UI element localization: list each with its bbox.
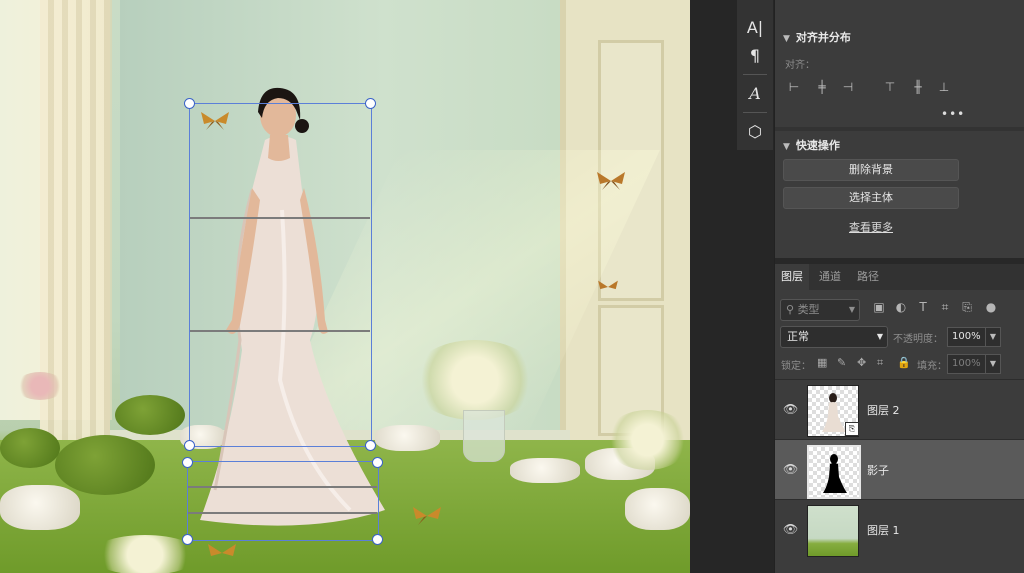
- align-sublabel: 对齐：: [785, 60, 815, 71]
- chevron-down-icon: ▼: [783, 142, 790, 152]
- smart-object-badge-icon: ⎘: [845, 422, 859, 436]
- tab-paths[interactable]: 路径: [851, 264, 885, 290]
- guide-line: [190, 217, 370, 219]
- layers-tab-bar: 图层 通道 路径: [775, 264, 1024, 290]
- chevron-down-icon: ▼: [783, 34, 790, 44]
- chevron-down-icon: ▼: [876, 332, 883, 341]
- butterfly: [413, 507, 441, 525]
- transform-bounding-box[interactable]: [189, 103, 372, 447]
- lock-artboard-icon[interactable]: ⌗: [877, 356, 883, 370]
- character-panel-icon[interactable]: A|: [737, 14, 773, 42]
- smart-object-filter-icon[interactable]: ⎘: [959, 300, 975, 315]
- layer-name[interactable]: 图层 2: [867, 402, 900, 418]
- layer-filter-select[interactable]: ⚲ 类型 ▼: [780, 299, 860, 321]
- align-title: 对齐并分布: [795, 31, 851, 44]
- visibility-eye-icon[interactable]: 👁: [783, 522, 798, 536]
- shadow-transform-box[interactable]: [187, 461, 379, 541]
- butterfly: [208, 544, 236, 556]
- align-hcenter-icon[interactable]: ╪: [815, 80, 829, 94]
- transform-handle-br[interactable]: [365, 440, 376, 451]
- layer-row-selected[interactable]: 👁 影子: [775, 439, 1024, 500]
- more-options-icon[interactable]: •••: [941, 107, 965, 121]
- document-canvas[interactable]: [0, 0, 690, 573]
- lock-label: 锁定：: [781, 361, 811, 372]
- moss-ball: [55, 435, 155, 495]
- align-bottom-icon[interactable]: ⊥: [937, 80, 951, 94]
- pillow: [0, 485, 80, 530]
- tab-layers[interactable]: 图层: [775, 264, 809, 290]
- quick-actions-title: 快速操作: [795, 139, 840, 152]
- blend-mode-select[interactable]: 正常 ▼: [780, 326, 888, 348]
- view-more-link[interactable]: 查看更多: [849, 219, 893, 235]
- shadow-thumbnail: [823, 454, 847, 493]
- visibility-eye-icon[interactable]: 👁: [783, 402, 798, 416]
- lock-position-icon[interactable]: ✥: [857, 356, 866, 369]
- layer-name[interactable]: 图层 1: [867, 522, 900, 538]
- pixel-filter-icon[interactable]: ▣: [871, 300, 887, 314]
- pink-flowers: [15, 372, 65, 400]
- align-vcenter-icon[interactable]: ╫: [911, 80, 925, 94]
- transform-handle-tl[interactable]: [184, 98, 195, 109]
- divider: [743, 74, 767, 75]
- flower-basket: [605, 410, 690, 470]
- guide-line: [190, 330, 370, 332]
- guide-line: [188, 486, 377, 488]
- visibility-eye-icon[interactable]: 👁: [783, 462, 798, 476]
- shadow-handle-br[interactable]: [372, 534, 383, 545]
- flower-bouquet: [410, 340, 540, 420]
- align-top-icon[interactable]: ⊤: [883, 80, 897, 94]
- chevron-down-icon: ▼: [848, 305, 855, 314]
- divider: [775, 127, 1024, 131]
- adjustment-filter-icon[interactable]: ◐: [893, 300, 909, 314]
- divider: [743, 112, 767, 113]
- blend-mode-value: 正常: [787, 330, 809, 343]
- glass-vase: [463, 410, 505, 462]
- type-filter-icon[interactable]: T: [915, 300, 931, 314]
- properties-panel: ▼ 对齐并分布 对齐： ⊢ ╪ ⊣ ⊤ ╫ ⊥ ••• ▼ 快速操作 删除背景 选择…: [774, 0, 1024, 573]
- fill-dropdown[interactable]: ▼: [985, 354, 1001, 374]
- shape-filter-icon[interactable]: ⌗: [937, 300, 953, 315]
- layer-row[interactable]: 👁 ⎘ 图层 2: [775, 379, 1024, 440]
- layer-name[interactable]: 影子: [867, 462, 889, 478]
- select-subject-button[interactable]: 选择主体: [783, 187, 959, 209]
- lock-all-icon[interactable]: 🔒: [897, 356, 911, 369]
- shadow-handle-tl[interactable]: [182, 457, 193, 468]
- panel-gutter: [690, 0, 736, 573]
- glyphs-panel-icon[interactable]: A: [737, 80, 773, 108]
- panel-icon-strip: A| ¶ A ⬡: [737, 0, 773, 150]
- transform-handle-bl[interactable]: [184, 440, 195, 451]
- lock-transparency-icon[interactable]: ▦: [817, 356, 827, 369]
- butterfly: [597, 172, 625, 190]
- opacity-input[interactable]: 100%: [947, 327, 987, 347]
- align-right-icon[interactable]: ⊣: [841, 80, 855, 94]
- shadow-handle-bl[interactable]: [182, 534, 193, 545]
- opacity-dropdown[interactable]: ▼: [985, 327, 1001, 347]
- remove-background-button[interactable]: 删除背景: [783, 159, 959, 181]
- search-icon: ⚲: [786, 303, 795, 316]
- transform-handle-tr[interactable]: [365, 98, 376, 109]
- fill-input[interactable]: 100%: [947, 354, 987, 374]
- pillow: [625, 488, 690, 530]
- moss-ball: [0, 428, 60, 468]
- guide-line: [188, 512, 377, 514]
- filter-value: 类型: [797, 303, 820, 316]
- 3d-panel-icon[interactable]: ⬡: [737, 118, 773, 146]
- layer-row[interactable]: 👁 图层 1: [775, 499, 1024, 560]
- layer-thumbnail: [807, 445, 861, 499]
- fill-label: 填充：: [917, 361, 947, 372]
- align-left-icon[interactable]: ⊢: [787, 80, 801, 94]
- quick-actions-header[interactable]: ▼ 快速操作: [783, 137, 840, 153]
- align-section-header[interactable]: ▼ 对齐并分布: [783, 29, 851, 45]
- pillow: [510, 458, 580, 483]
- filter-toggle-icon[interactable]: ●: [983, 300, 999, 314]
- tab-channels[interactable]: 通道: [813, 264, 847, 290]
- shadow-handle-tr[interactable]: [372, 457, 383, 468]
- opacity-label: 不透明度：: [893, 334, 943, 345]
- paragraph-panel-icon[interactable]: ¶: [737, 42, 773, 70]
- lock-pixels-icon[interactable]: ✎: [837, 356, 846, 369]
- layer-thumbnail: [807, 505, 859, 557]
- butterfly: [598, 280, 618, 290]
